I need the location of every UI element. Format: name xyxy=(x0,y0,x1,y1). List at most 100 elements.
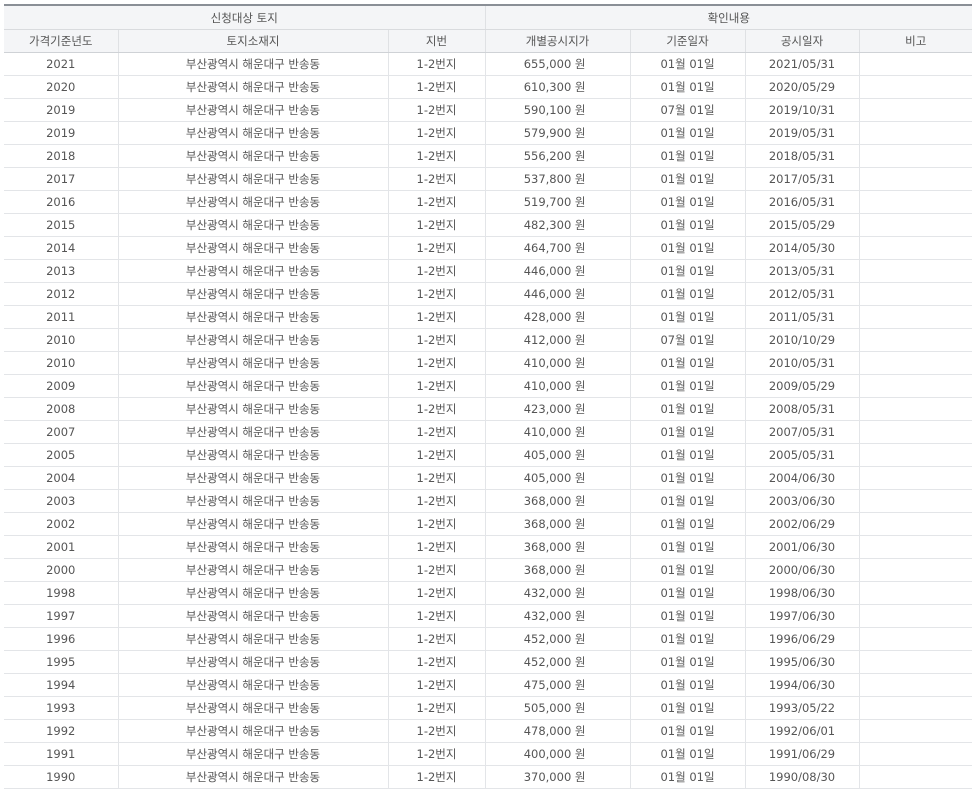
cell-location: 부산광역시 해운대구 반송동 xyxy=(117,167,388,191)
cell-year: 2014 xyxy=(4,236,118,260)
cell-price: 590,100 원 xyxy=(484,98,630,122)
table-row: 2001 부산광역시 해운대구 반송동 1-2번지 368,000 원 01월 01일 2… xyxy=(4,535,973,559)
table-row: 2005 부산광역시 해운대구 반송동 1-2번지 405,000 원 01월 01일 2… xyxy=(4,443,973,467)
table-row: 2012 부산광역시 해운대구 반송동 1-2번지 446,000 원 01월 01일 2… xyxy=(4,282,973,306)
cell-year: 2012 xyxy=(4,282,118,306)
cell-price: 446,000 원 xyxy=(484,282,630,306)
cell-lot: 1-2번지 xyxy=(387,673,485,697)
cell-announce-date: 2001/06/30 xyxy=(744,535,859,559)
table-row: 2007 부산광역시 해운대구 반송동 1-2번지 410,000 원 01월 01일 2… xyxy=(4,420,973,444)
cell-year: 1996 xyxy=(4,627,118,651)
table-row: 2002 부산광역시 해운대구 반송동 1-2번지 368,000 원 01월 01일 2… xyxy=(4,512,973,536)
table-row: 1993 부산광역시 해운대구 반송동 1-2번지 505,000 원 01월 01일 1… xyxy=(4,696,973,720)
cell-location: 부산광역시 해운대구 반송동 xyxy=(117,190,388,214)
cell-note xyxy=(858,535,973,559)
cell-note xyxy=(858,420,973,444)
table-row: 2004 부산광역시 해운대구 반송동 1-2번지 405,000 원 01월 01일 2… xyxy=(4,466,973,490)
cell-year: 2011 xyxy=(4,305,118,329)
cell-announce-date: 2004/06/30 xyxy=(744,466,859,490)
cell-price: 519,700 원 xyxy=(484,190,630,214)
table-row: 2019 부산광역시 해운대구 반송동 1-2번지 579,900 원 01월 01일 2… xyxy=(4,121,973,145)
cell-location: 부산광역시 해운대구 반송동 xyxy=(117,351,388,375)
cell-price: 368,000 원 xyxy=(484,512,630,536)
cell-announce-date: 2011/05/31 xyxy=(744,305,859,329)
cell-base-date: 01월 01일 xyxy=(629,144,745,168)
cell-note xyxy=(858,351,973,375)
cell-location: 부산광역시 해운대구 반송동 xyxy=(117,374,388,398)
cell-announce-date: 2012/05/31 xyxy=(744,282,859,306)
cell-price: 610,300 원 xyxy=(484,75,630,99)
header-group-row: 신청대상 토지 확인내용 xyxy=(4,4,973,30)
cell-year: 2000 xyxy=(4,558,118,582)
cell-price: 410,000 원 xyxy=(484,420,630,444)
cell-announce-date: 1990/08/30 xyxy=(744,765,859,789)
cell-note xyxy=(858,259,973,283)
cell-lot: 1-2번지 xyxy=(387,489,485,513)
cell-base-date: 01월 01일 xyxy=(629,213,745,237)
cell-note xyxy=(858,673,973,697)
cell-base-date: 01월 01일 xyxy=(629,489,745,513)
table-row: 2017 부산광역시 해운대구 반송동 1-2번지 537,800 원 01월 01일 2… xyxy=(4,167,973,191)
cell-base-date: 01월 01일 xyxy=(629,420,745,444)
table-row: 2009 부산광역시 해운대구 반송동 1-2번지 410,000 원 01월 01일 2… xyxy=(4,374,973,398)
header-group-confirmation: 확인내용 xyxy=(484,4,973,30)
cell-lot: 1-2번지 xyxy=(387,604,485,628)
cell-lot: 1-2번지 xyxy=(387,719,485,743)
cell-note xyxy=(858,397,973,421)
cell-base-date: 01월 01일 xyxy=(629,236,745,260)
table-row: 2010 부산광역시 해운대구 반송동 1-2번지 412,000 원 07월 01일 2… xyxy=(4,328,973,352)
cell-location: 부산광역시 해운대구 반송동 xyxy=(117,259,388,283)
cell-price: 579,900 원 xyxy=(484,121,630,145)
cell-location: 부산광역시 해운대구 반송동 xyxy=(117,765,388,789)
cell-note xyxy=(858,627,973,651)
cell-price: 556,200 원 xyxy=(484,144,630,168)
cell-base-date: 01월 01일 xyxy=(629,696,745,720)
cell-location: 부산광역시 해운대구 반송동 xyxy=(117,604,388,628)
cell-location: 부산광역시 해운대구 반송동 xyxy=(117,305,388,329)
header-column-row: 가격기준년도 토지소재지 지번 개별공시지가 기준일자 공시일자 비고 xyxy=(4,29,973,53)
cell-year: 2018 xyxy=(4,144,118,168)
cell-lot: 1-2번지 xyxy=(387,328,485,352)
cell-year: 2009 xyxy=(4,374,118,398)
cell-note xyxy=(858,558,973,582)
cell-announce-date: 2015/05/29 xyxy=(744,213,859,237)
cell-note xyxy=(858,190,973,214)
cell-year: 2013 xyxy=(4,259,118,283)
cell-base-date: 01월 01일 xyxy=(629,397,745,421)
cell-lot: 1-2번지 xyxy=(387,627,485,651)
cell-announce-date: 2013/05/31 xyxy=(744,259,859,283)
cell-announce-date: 2016/05/31 xyxy=(744,190,859,214)
cell-announce-date: 1996/06/29 xyxy=(744,627,859,651)
cell-price: 368,000 원 xyxy=(484,558,630,582)
cell-note xyxy=(858,236,973,260)
cell-lot: 1-2번지 xyxy=(387,351,485,375)
cell-price: 655,000 원 xyxy=(484,52,630,76)
cell-price: 537,800 원 xyxy=(484,167,630,191)
cell-year: 1993 xyxy=(4,696,118,720)
cell-year: 2003 xyxy=(4,489,118,513)
cell-lot: 1-2번지 xyxy=(387,374,485,398)
cell-lot: 1-2번지 xyxy=(387,167,485,191)
cell-announce-date: 1991/06/29 xyxy=(744,742,859,766)
cell-base-date: 01월 01일 xyxy=(629,627,745,651)
cell-price: 428,000 원 xyxy=(484,305,630,329)
cell-lot: 1-2번지 xyxy=(387,98,485,122)
cell-base-date: 07월 01일 xyxy=(629,328,745,352)
cell-announce-date: 1997/06/30 xyxy=(744,604,859,628)
cell-lot: 1-2번지 xyxy=(387,696,485,720)
cell-location: 부산광역시 해운대구 반송동 xyxy=(117,650,388,674)
cell-announce-date: 2007/05/31 xyxy=(744,420,859,444)
table-row: 2003 부산광역시 해운대구 반송동 1-2번지 368,000 원 01월 01일 2… xyxy=(4,489,973,513)
land-price-table: 신청대상 토지 확인내용 가격기준년도 토지소재지 지번 개별공시지가 기준일자… xyxy=(4,4,973,789)
cell-year: 2005 xyxy=(4,443,118,467)
cell-year: 1998 xyxy=(4,581,118,605)
cell-lot: 1-2번지 xyxy=(387,420,485,444)
cell-announce-date: 2009/05/29 xyxy=(744,374,859,398)
column-header-announce-date: 공시일자 xyxy=(744,29,859,53)
cell-price: 410,000 원 xyxy=(484,374,630,398)
cell-price: 452,000 원 xyxy=(484,627,630,651)
cell-price: 464,700 원 xyxy=(484,236,630,260)
cell-lot: 1-2번지 xyxy=(387,535,485,559)
cell-announce-date: 2003/06/30 xyxy=(744,489,859,513)
cell-note xyxy=(858,512,973,536)
